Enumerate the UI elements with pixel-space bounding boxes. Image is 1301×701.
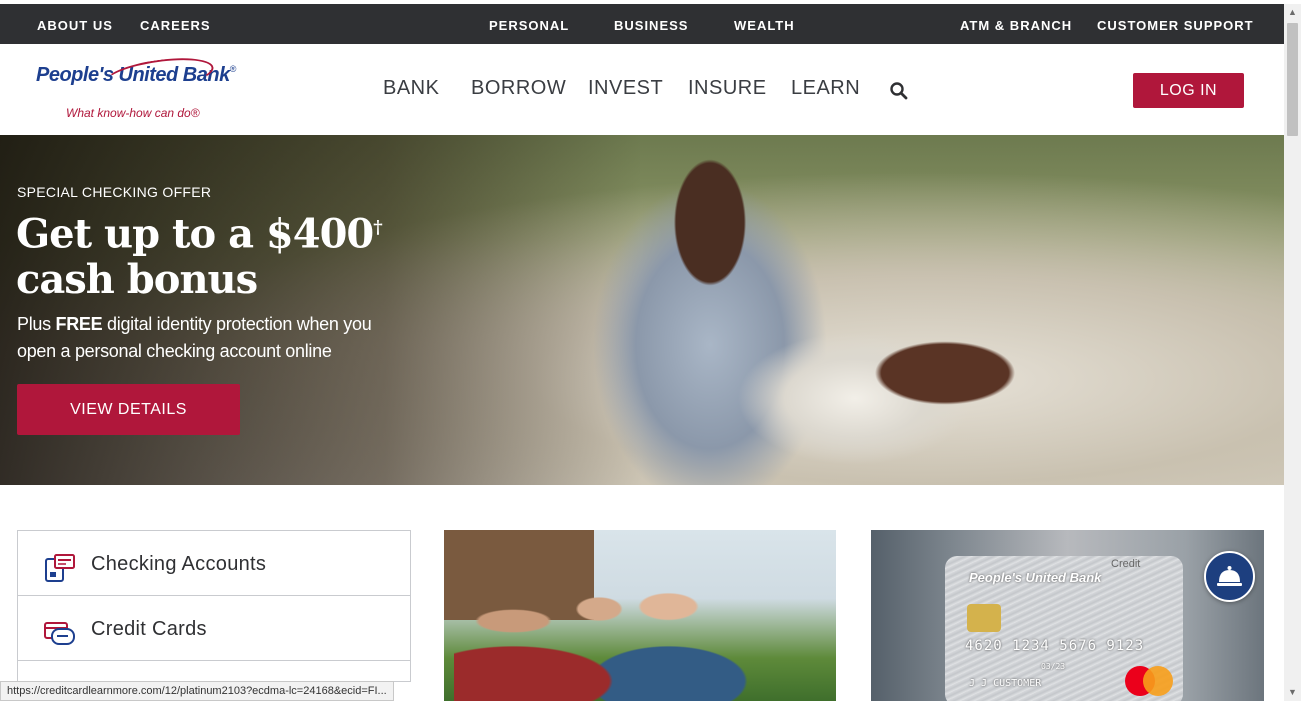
- checking-icon: [44, 552, 76, 584]
- hero-headline-amount: Get up to a $400: [16, 210, 374, 258]
- hero-headline: Get up to a $400† cash bonus: [16, 205, 486, 303]
- nav-personal[interactable]: PERSONAL: [489, 18, 570, 47]
- hero-subline: Plus FREE digital identity protection wh…: [17, 311, 397, 365]
- nav-learn[interactable]: LEARN: [791, 77, 860, 100]
- card-brand: People's United Bank: [969, 570, 1102, 585]
- concierge-bell-icon[interactable]: [1204, 551, 1255, 602]
- nav-atm-branch[interactable]: ATM & BRANCH: [960, 18, 1072, 33]
- hero-headline-dagger: †: [373, 217, 382, 238]
- nav-customer-support[interactable]: CUSTOMER SUPPORT: [1097, 18, 1254, 33]
- nav-careers[interactable]: CAREERS: [140, 18, 211, 33]
- nav-bank[interactable]: BANK: [383, 77, 439, 100]
- scroll-down-arrow-icon[interactable]: ▼: [1284, 684, 1301, 701]
- search-icon[interactable]: [888, 80, 910, 102]
- view-details-button[interactable]: VIEW DETAILS: [17, 384, 240, 435]
- hero-sub-plus: Plus: [17, 314, 56, 334]
- logo-registered-mark: ®: [229, 64, 237, 74]
- nav-insure[interactable]: INSURE: [688, 77, 767, 100]
- hero-headline-rest: cash bonus: [16, 256, 258, 304]
- quick-link-checking-accounts[interactable]: Checking Accounts: [17, 530, 411, 595]
- nav-about-us[interactable]: ABOUT US: [37, 18, 113, 33]
- log-in-button[interactable]: LOG IN: [1133, 73, 1244, 108]
- scroll-up-arrow-icon[interactable]: ▲: [1284, 4, 1301, 21]
- main-header: People's United Bank® What know-how can …: [0, 44, 1284, 135]
- quick-link-label: Checking Accounts: [91, 553, 267, 575]
- nav-invest[interactable]: INVEST: [588, 77, 663, 100]
- page-scrollbar[interactable]: ▲ ▼: [1284, 4, 1301, 701]
- quick-links-list: Checking Accounts Credit Cards: [17, 530, 411, 682]
- hero-eyebrow: SPECIAL CHECKING OFFER: [17, 184, 212, 200]
- card-expiry: 03/23: [1041, 662, 1066, 671]
- scroll-thumb[interactable]: [1287, 23, 1298, 136]
- browser-status-url: https://creditcardlearnmore.com/12/plati…: [0, 681, 394, 701]
- quick-link-label: Credit Cards: [91, 618, 207, 640]
- card-holder: J J CUSTOMER: [969, 678, 1042, 689]
- logo-tagline: What know-how can do®: [66, 106, 200, 120]
- quick-link-credit-cards[interactable]: Credit Cards: [17, 595, 411, 660]
- credit-card-icon: [44, 617, 76, 649]
- promo-family-photo[interactable]: [444, 530, 836, 701]
- nav-borrow[interactable]: BORROW: [471, 77, 566, 100]
- card-credit-label: Credit: [1111, 558, 1141, 570]
- card-number: 4620 1234 5676 9123: [965, 638, 1145, 654]
- hero-sub-free: FREE: [55, 314, 103, 334]
- credit-card-image: Credit People's United Bank 4620 1234 56…: [945, 556, 1183, 701]
- bank-logo[interactable]: People's United Bank® What know-how can …: [36, 52, 237, 120]
- top-utility-bar: ABOUT US CAREERS PERSONAL BUSINESS WEALT…: [0, 4, 1284, 47]
- photo-family-selfie: [454, 585, 784, 701]
- logo-swoosh: [102, 52, 216, 98]
- card-chip-icon: [967, 604, 1001, 632]
- nav-wealth[interactable]: WEALTH: [734, 18, 795, 33]
- quick-link-partial[interactable]: [17, 660, 411, 682]
- nav-business[interactable]: BUSINESS: [614, 18, 688, 33]
- hero-banner: SPECIAL CHECKING OFFER Get up to a $400†…: [0, 135, 1284, 485]
- hero-photo-child: [720, 305, 1020, 475]
- mastercard-logo-orange: [1143, 666, 1173, 696]
